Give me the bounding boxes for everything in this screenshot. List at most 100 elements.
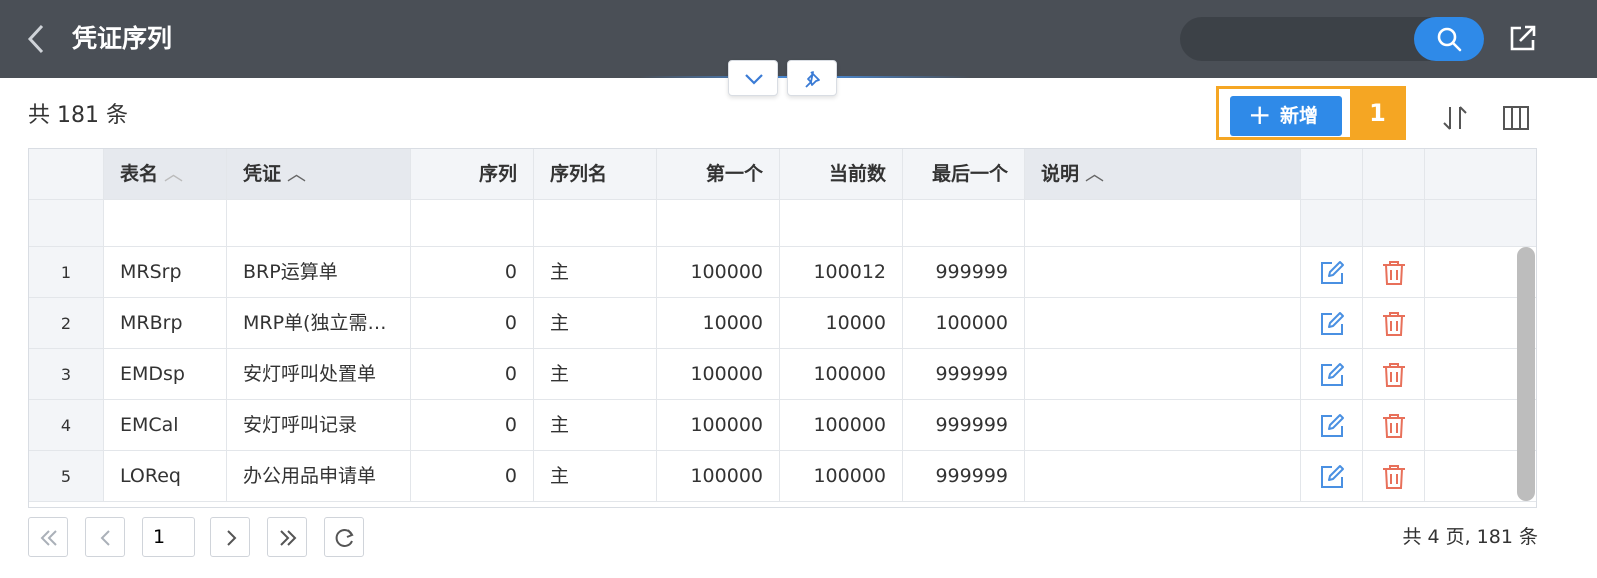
table-row[interactable]: 4 EMCal 安灯呼叫记录 0 主 100000 100000 999999	[29, 400, 1536, 451]
filter-seq[interactable]	[411, 200, 534, 247]
cell-last: 999999	[903, 349, 1025, 400]
edit-icon	[1321, 261, 1344, 284]
cell-current: 100012	[780, 247, 903, 298]
cell-first: 10000	[657, 298, 780, 349]
search-box	[1180, 17, 1484, 61]
column-header-label: 序列	[478, 163, 517, 185]
trash-icon	[1383, 465, 1405, 489]
filter-seq-name[interactable]	[534, 200, 657, 247]
cell-first: 100000	[657, 451, 780, 502]
delete-button[interactable]	[1363, 247, 1425, 298]
pin-header-button[interactable]	[787, 60, 837, 96]
add-button[interactable]: + 新增	[1230, 96, 1342, 136]
export-button[interactable]	[1505, 22, 1539, 56]
first-page-icon	[40, 530, 57, 546]
edit-button[interactable]	[1301, 349, 1363, 400]
column-header-table-name[interactable]: 表名 ︿	[104, 149, 227, 200]
next-page-button[interactable]	[210, 517, 250, 557]
sort-button[interactable]	[1440, 103, 1472, 133]
row-index: 1	[29, 247, 104, 298]
page-number-input[interactable]	[142, 517, 195, 557]
cell-seq: 0	[411, 247, 534, 298]
refresh-button[interactable]	[324, 517, 364, 557]
cell-voucher: 办公用品申请单	[227, 451, 411, 502]
cell-seq: 0	[411, 400, 534, 451]
sort-caret-icon: ︿	[287, 163, 307, 185]
last-page-button[interactable]	[267, 517, 307, 557]
cell-seq: 0	[411, 298, 534, 349]
column-header-last[interactable]: 最后一个	[903, 149, 1025, 200]
last-page-icon	[280, 530, 297, 546]
cell-desc	[1025, 298, 1301, 349]
page-title: 凭证序列	[72, 24, 173, 53]
edit-button[interactable]	[1301, 400, 1363, 451]
add-button-label: 新增	[1280, 105, 1319, 127]
cell-seq-name: 主	[534, 400, 657, 451]
cell-seq-name: 主	[534, 451, 657, 502]
column-header-label: 说明	[1041, 163, 1080, 185]
filter-voucher[interactable]	[227, 200, 411, 247]
columns-button[interactable]	[1500, 103, 1532, 133]
edit-icon	[1321, 312, 1344, 335]
trash-icon	[1383, 312, 1405, 336]
edit-icon	[1321, 414, 1344, 437]
delete-button[interactable]	[1363, 451, 1425, 502]
column-header-seq[interactable]: 序列	[411, 149, 534, 200]
edit-button[interactable]	[1301, 451, 1363, 502]
filter-delete-cell	[1363, 200, 1425, 247]
filter-desc[interactable]	[1025, 200, 1301, 247]
filter-current[interactable]	[780, 200, 903, 247]
cell-last: 999999	[903, 400, 1025, 451]
column-header-voucher[interactable]: 凭证 ︿	[227, 149, 411, 200]
edit-icon	[1321, 363, 1344, 386]
table-row[interactable]: 1 MRSrp BRP运算单 0 主 100000 100012 999999	[29, 247, 1536, 298]
cell-first: 100000	[657, 349, 780, 400]
cell-voucher: BRP运算单	[227, 247, 411, 298]
cell-table-name: LOReq	[104, 451, 227, 502]
edit-button[interactable]	[1301, 247, 1363, 298]
column-header-desc[interactable]: 说明 ︿	[1025, 149, 1301, 200]
column-header-current[interactable]: 当前数	[780, 149, 903, 200]
edit-button[interactable]	[1301, 298, 1363, 349]
delete-column-header	[1363, 149, 1425, 200]
column-header-label: 序列名	[550, 163, 608, 185]
table-row[interactable]: 5 LOReq 办公用品申请单 0 主 100000 100000 999999	[29, 451, 1536, 502]
vertical-scrollbar[interactable]	[1517, 247, 1535, 501]
filter-first[interactable]	[657, 200, 780, 247]
collapse-header-button[interactable]	[728, 60, 778, 96]
table-row[interactable]: 2 MRBrp MRP单(独立需… 0 主 10000 10000 100000	[29, 298, 1536, 349]
cell-current: 100000	[780, 400, 903, 451]
search-input[interactable]	[1198, 25, 1408, 53]
cell-seq-name: 主	[534, 349, 657, 400]
column-header-label: 表名	[120, 163, 159, 185]
record-count: 共 181 条	[28, 103, 128, 128]
column-header-first[interactable]: 第一个	[657, 149, 780, 200]
first-page-button[interactable]	[28, 517, 68, 557]
back-button[interactable]	[22, 22, 52, 56]
sort-caret-icon: ︿	[1085, 163, 1105, 185]
filter-last[interactable]	[903, 200, 1025, 247]
column-header-label: 当前数	[828, 163, 886, 185]
filter-spare-cell	[1425, 200, 1536, 247]
search-icon	[1437, 27, 1462, 52]
search-button[interactable]	[1414, 17, 1484, 61]
row-index: 2	[29, 298, 104, 349]
cell-seq: 0	[411, 349, 534, 400]
cell-seq-name: 主	[534, 298, 657, 349]
cell-current: 100000	[780, 451, 903, 502]
cell-first: 100000	[657, 247, 780, 298]
column-header-seq-name[interactable]: 序列名	[534, 149, 657, 200]
cell-desc	[1025, 247, 1301, 298]
trash-icon	[1383, 414, 1405, 438]
sort-icon	[1443, 106, 1467, 130]
prev-page-icon	[100, 530, 110, 546]
prev-page-button[interactable]	[85, 517, 125, 557]
filter-table-name[interactable]	[104, 200, 227, 247]
delete-button[interactable]	[1363, 349, 1425, 400]
chevron-down-icon	[745, 74, 763, 85]
delete-button[interactable]	[1363, 400, 1425, 451]
cell-table-name: MRSrp	[104, 247, 227, 298]
delete-button[interactable]	[1363, 298, 1425, 349]
table-row[interactable]: 3 EMDsp 安灯呼叫处置单 0 主 100000 100000 999999	[29, 349, 1536, 400]
refresh-icon	[335, 529, 354, 547]
